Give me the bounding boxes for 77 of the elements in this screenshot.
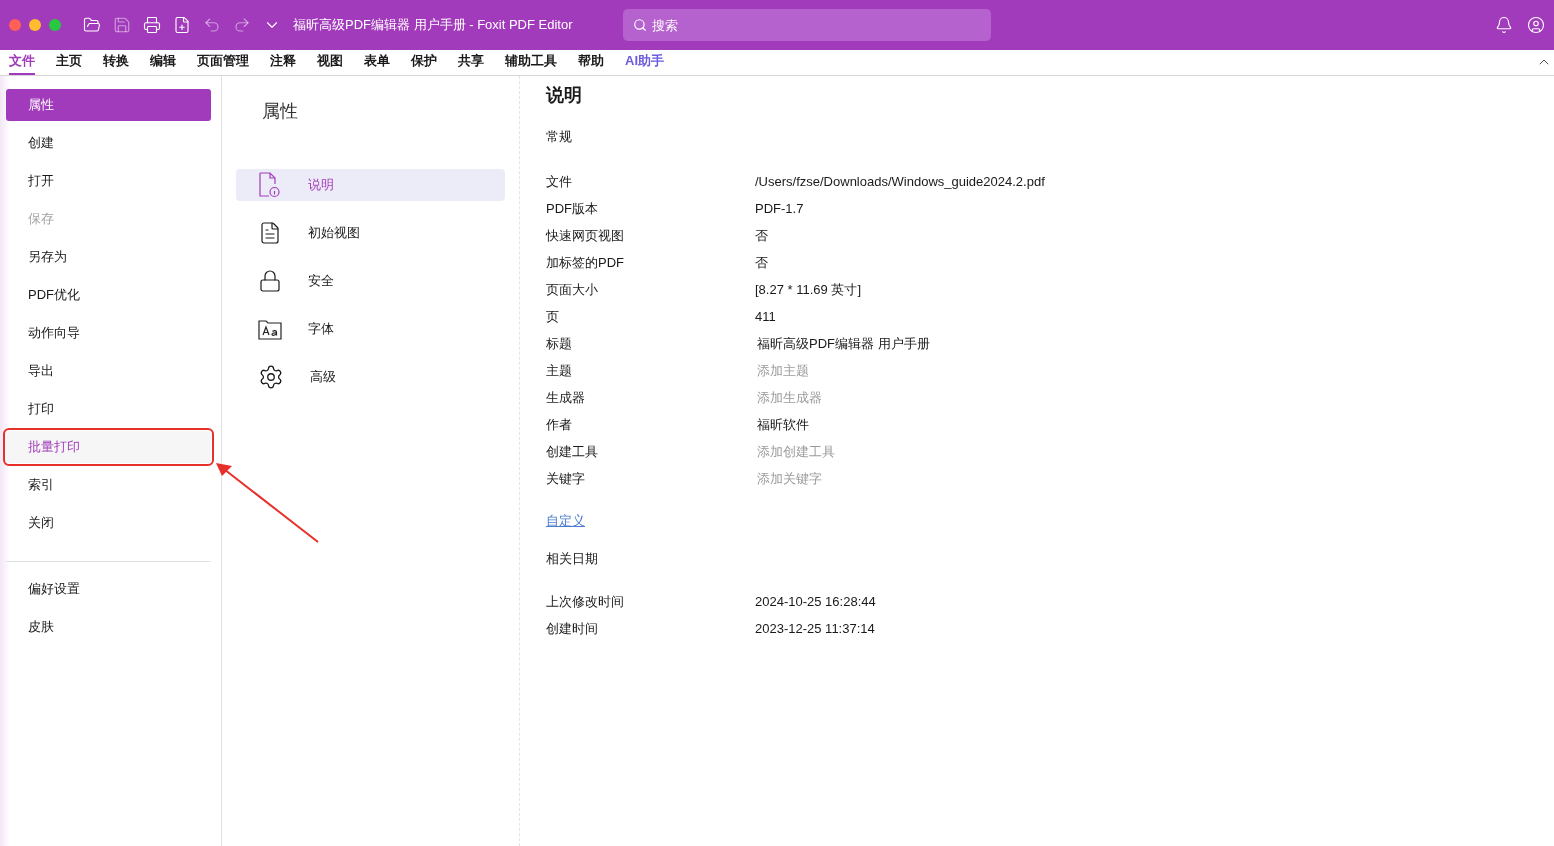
property-value: 2023-12-25 11:37:14 xyxy=(755,620,875,639)
property-value: 2024-10-25 16:28:44 xyxy=(755,593,876,612)
property-label: 页 xyxy=(546,308,560,327)
property-value: 否 xyxy=(755,227,768,246)
open-folder-icon[interactable] xyxy=(83,16,101,34)
property-field[interactable]: 添加生成器 xyxy=(757,388,1257,408)
property-label: 上次修改时间 xyxy=(546,593,625,612)
menu-tab[interactable]: AI助手 xyxy=(625,50,664,75)
panel-title: 属性 xyxy=(261,100,299,123)
menu-tab[interactable]: 表单 xyxy=(364,50,390,75)
menu-tab[interactable]: 编辑 xyxy=(150,50,176,75)
window-title: 福昕高级PDF编辑器 用户手册 - Foxit PDF Editor xyxy=(293,16,574,35)
property-label: 创建工具 xyxy=(546,443,599,462)
properties-nav-item[interactable]: 初始视图 xyxy=(236,217,505,249)
properties-nav-item[interactable]: 高级 xyxy=(236,361,505,393)
sidebar-item[interactable]: 批量打印 xyxy=(6,431,211,463)
sidebar-item[interactable]: 属性 xyxy=(6,89,211,121)
property-label: 快速网页视图 xyxy=(546,227,625,246)
sidebar-item[interactable]: PDF优化 xyxy=(6,279,211,311)
section-heading: 相关日期 xyxy=(546,550,599,568)
document-info-icon xyxy=(258,172,282,198)
custom-link[interactable]: 自定义 xyxy=(546,510,585,530)
sidebar-item[interactable]: 偏好设置 xyxy=(6,573,211,605)
font-icon xyxy=(258,318,282,340)
property-label: 关键字 xyxy=(546,470,586,489)
menu-tab[interactable]: 共享 xyxy=(458,50,484,75)
sidebar-item[interactable]: 另存为 xyxy=(6,241,211,273)
settings-icon xyxy=(258,364,284,390)
property-label: PDF版本 xyxy=(546,200,599,219)
menu-tab[interactable]: 页面管理 xyxy=(197,50,249,75)
property-value: 否 xyxy=(755,254,768,273)
properties-nav-item[interactable]: 字体 xyxy=(236,313,505,345)
property-field[interactable]: 添加创建工具 xyxy=(757,442,1257,462)
property-field[interactable]: 福昕软件 xyxy=(757,415,1257,435)
minimize-window-icon[interactable] xyxy=(29,19,41,31)
property-value: [8.27 * 11.69 英寸] xyxy=(755,281,861,300)
section-title: 说明 xyxy=(546,84,583,107)
menu-tab[interactable]: 辅助工具 xyxy=(505,50,557,75)
properties-nav-item[interactable]: 说明 xyxy=(236,169,505,201)
menu-tab[interactable]: 帮助 xyxy=(578,50,604,75)
property-label: 标题 xyxy=(546,335,573,354)
menu-tab[interactable]: 转换 xyxy=(103,50,129,75)
menu-tab[interactable]: 保护 xyxy=(411,50,437,75)
menu-tab[interactable]: 视图 xyxy=(317,50,343,75)
property-field[interactable]: 福昕高级PDF编辑器 用户手册 xyxy=(757,334,1257,354)
lock-icon xyxy=(258,269,282,293)
sidebar-item[interactable]: 关闭 xyxy=(6,507,211,539)
menu-tab[interactable]: 注释 xyxy=(270,50,296,75)
property-field[interactable]: 添加主题 xyxy=(757,361,1257,381)
sidebar-item[interactable]: 导出 xyxy=(6,355,211,387)
user-account-icon[interactable] xyxy=(1527,16,1545,34)
property-label: 页面大小 xyxy=(546,281,599,300)
property-label: 生成器 xyxy=(546,389,586,408)
property-value: 411 xyxy=(755,308,776,327)
property-field[interactable]: 添加关键字 xyxy=(757,469,1257,489)
sidebar-item[interactable]: 索引 xyxy=(6,469,211,501)
property-value: PDF-1.7 xyxy=(755,200,804,219)
property-label: 加标签的PDF xyxy=(546,254,625,273)
properties-nav-item[interactable]: 安全 xyxy=(236,265,505,297)
property-label: 创建时间 xyxy=(546,620,599,639)
sidebar-item[interactable]: 打开 xyxy=(6,165,211,197)
new-file-icon[interactable] xyxy=(173,16,191,34)
search-icon xyxy=(633,18,647,32)
search-field[interactable]: 搜索 xyxy=(623,9,991,41)
property-label: 主题 xyxy=(546,362,573,381)
sidebar-item[interactable]: 打印 xyxy=(6,393,211,425)
property-label: 作者 xyxy=(546,416,573,435)
print-icon[interactable] xyxy=(143,16,161,34)
section-heading: 常规 xyxy=(546,128,573,146)
checklist-document-icon xyxy=(258,221,282,245)
property-label: 文件 xyxy=(546,173,573,192)
menu-tab[interactable]: 主页 xyxy=(56,50,82,75)
sidebar-item[interactable]: 动作向导 xyxy=(6,317,211,349)
bell-icon[interactable] xyxy=(1495,16,1513,34)
property-value: /Users/fzse/Downloads/Windows_guide2024.2.pdf xyxy=(755,173,1045,192)
sidebar-item[interactable]: 皮肤 xyxy=(6,611,211,643)
sidebar-item[interactable]: 创建 xyxy=(6,127,211,159)
